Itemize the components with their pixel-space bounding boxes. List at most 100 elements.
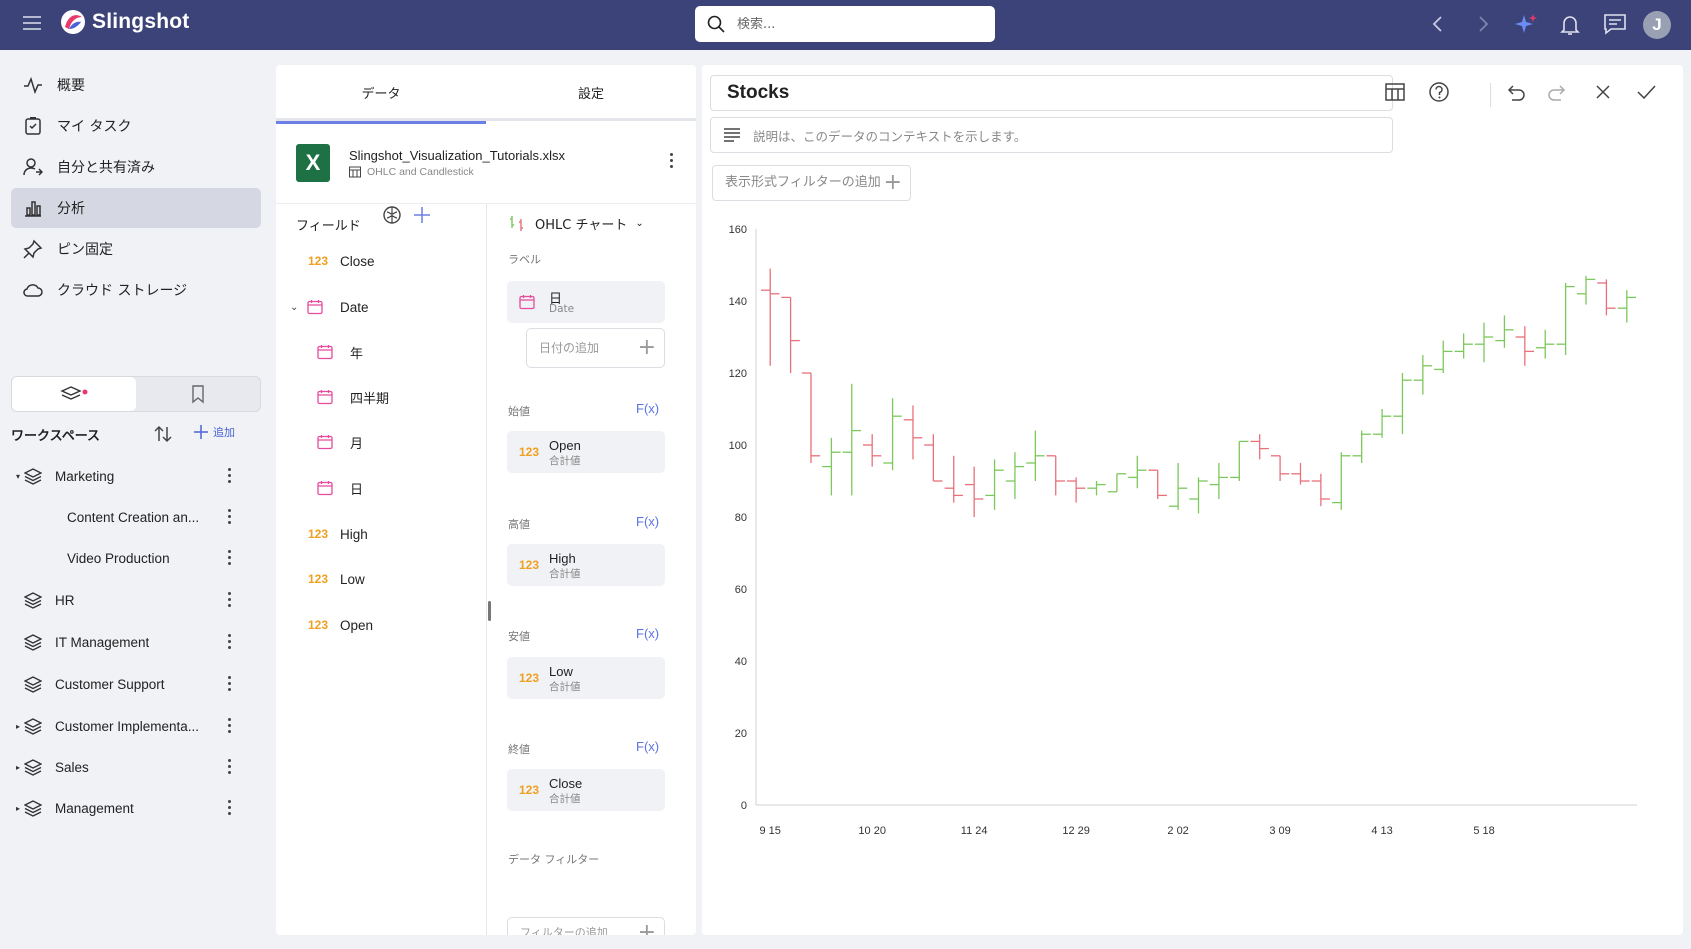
field-high[interactable]: 123 High: [276, 519, 481, 549]
data-source-file[interactable]: X Slingshot_Visualization_Tutorials.xlsx…: [276, 124, 696, 204]
ohlc-bar[interactable]: [781, 296, 800, 373]
chevron-down-icon[interactable]: ⌄: [290, 302, 298, 313]
ohlc-bar[interactable]: [1495, 315, 1514, 348]
field-date-quarter[interactable]: 四半期: [276, 382, 481, 412]
ohlc-bar[interactable]: [985, 459, 1004, 510]
hamburger-menu-icon[interactable]: [22, 14, 42, 32]
field-close[interactable]: 123 Close: [276, 246, 481, 276]
ohlc-bar[interactable]: [1454, 333, 1473, 359]
more-options-icon[interactable]: [228, 468, 232, 486]
ohlc-bar[interactable]: [883, 398, 902, 471]
chat-icon[interactable]: [1603, 13, 1627, 35]
caret-right-icon[interactable]: ▸: [16, 763, 20, 772]
help-icon[interactable]: [1428, 81, 1450, 103]
ohlc-bar[interactable]: [1005, 452, 1025, 499]
close-value-pill[interactable]: 123 Close 合計値: [507, 769, 665, 811]
workspace-item[interactable]: IT Management: [0, 625, 250, 659]
ohlc-bar[interactable]: [822, 437, 841, 496]
ohlc-bar[interactable]: [1597, 279, 1616, 316]
workspace-item[interactable]: ▸ Management: [0, 791, 250, 825]
more-options-icon[interactable]: [228, 592, 232, 610]
field-date-year[interactable]: 年: [276, 337, 481, 367]
redo-icon[interactable]: [1547, 81, 1569, 103]
ohlc-bar[interactable]: [924, 434, 943, 482]
more-options-icon[interactable]: [228, 509, 232, 527]
label-date-pill[interactable]: 日 Date: [507, 281, 665, 323]
add-date-button[interactable]: 日付の追加 +: [526, 328, 665, 368]
forward-arrow-icon[interactable]: [1473, 13, 1493, 35]
ohlc-bar[interactable]: [862, 434, 882, 467]
ohlc-bar[interactable]: [903, 405, 923, 460]
formula-button[interactable]: F(x): [636, 514, 659, 529]
ai-sparkle-icon[interactable]: [1514, 13, 1538, 37]
nav-item-analysis[interactable]: 分析: [11, 188, 261, 228]
user-avatar[interactable]: J: [1643, 11, 1671, 39]
nav-item-cloud-storage[interactable]: クラウド ストレージ: [11, 270, 261, 310]
ohlc-bar[interactable]: [1087, 481, 1106, 496]
close-icon[interactable]: [1592, 81, 1614, 103]
ohlc-bar[interactable]: [964, 466, 984, 517]
ohlc-bar[interactable]: [1434, 340, 1453, 373]
caret-down-icon[interactable]: ▾: [16, 472, 20, 481]
bell-icon[interactable]: [1559, 13, 1581, 37]
ohlc-bar[interactable]: [1536, 329, 1555, 359]
bookmarks-tab[interactable]: [136, 377, 260, 411]
nav-item-shared-with-me[interactable]: 自分と共有済み: [11, 147, 261, 187]
search-input[interactable]: [737, 16, 977, 32]
tab-settings[interactable]: 設定: [486, 65, 696, 121]
more-options-icon[interactable]: [228, 550, 232, 568]
resize-handle[interactable]: [488, 601, 491, 621]
workspace-item[interactable]: ▾ Marketing: [0, 459, 250, 493]
workspaces-tab[interactable]: [12, 377, 136, 411]
workspace-item[interactable]: HR: [0, 583, 250, 617]
add-filter-button[interactable]: フィルターの追加 +: [507, 917, 665, 935]
chart-type-selector[interactable]: OHLC チャート ⌄: [507, 213, 644, 233]
tab-data[interactable]: データ: [276, 65, 486, 124]
formula-button[interactable]: F(x): [636, 626, 659, 641]
ohlc-bar[interactable]: [1413, 355, 1433, 395]
more-options-icon[interactable]: [228, 759, 232, 777]
grid-view-icon[interactable]: [1384, 81, 1406, 103]
back-arrow-icon[interactable]: [1428, 13, 1448, 35]
file-more-options-icon[interactable]: [670, 153, 674, 171]
brain-icon[interactable]: [382, 205, 402, 225]
ohlc-bar[interactable]: [1576, 275, 1596, 305]
ohlc-bar[interactable]: [1372, 409, 1392, 438]
field-low[interactable]: 123 Low: [276, 564, 481, 594]
ohlc-bar[interactable]: [1107, 473, 1127, 493]
open-value-pill[interactable]: 123 Open 合計値: [507, 431, 665, 473]
search-box[interactable]: [695, 6, 995, 42]
field-open[interactable]: 123 Open: [276, 610, 481, 640]
ohlc-bar[interactable]: [1617, 290, 1636, 323]
sort-icon[interactable]: [153, 424, 173, 444]
ohlc-bar[interactable]: [1291, 463, 1310, 485]
confirm-check-icon[interactable]: [1635, 81, 1657, 103]
field-date-month[interactable]: 月: [276, 427, 481, 457]
ohlc-bar[interactable]: [1128, 455, 1147, 489]
low-value-pill[interactable]: 123 Low 合計値: [507, 657, 665, 699]
undo-icon[interactable]: [1504, 81, 1526, 103]
workspace-child-item[interactable]: Content Creation an...: [0, 500, 250, 534]
high-value-pill[interactable]: 123 High 合計値: [507, 544, 665, 586]
ohlc-bar[interactable]: [1168, 463, 1188, 510]
visualization-title-input[interactable]: Stocks: [710, 75, 1393, 111]
caret-right-icon[interactable]: ▸: [16, 722, 20, 731]
add-field-icon[interactable]: [412, 205, 432, 225]
more-options-icon[interactable]: [228, 800, 232, 818]
add-workspace-button[interactable]: 追加: [193, 424, 235, 440]
ohlc-bar[interactable]: [1352, 430, 1371, 463]
ohlc-bar[interactable]: [1474, 322, 1494, 363]
ohlc-bar[interactable]: [1026, 430, 1045, 481]
ohlc-bar[interactable]: [1148, 469, 1167, 499]
field-date[interactable]: ⌄ Date: [276, 292, 481, 322]
add-visualization-filter-button[interactable]: 表示形式フィルターの追加 +: [712, 165, 911, 201]
ohlc-bar[interactable]: [801, 372, 821, 463]
nav-item-pinned[interactable]: ピン固定: [11, 229, 261, 269]
more-options-icon[interactable]: [228, 718, 232, 736]
workspace-item[interactable]: ▸ Customer Implementa...: [0, 709, 250, 743]
ohlc-bar[interactable]: [1515, 326, 1535, 366]
field-date-day[interactable]: 日: [276, 473, 481, 503]
ohlc-bar[interactable]: [1556, 283, 1575, 355]
ohlc-bar[interactable]: [1332, 452, 1351, 510]
ohlc-bar[interactable]: [1230, 440, 1249, 481]
